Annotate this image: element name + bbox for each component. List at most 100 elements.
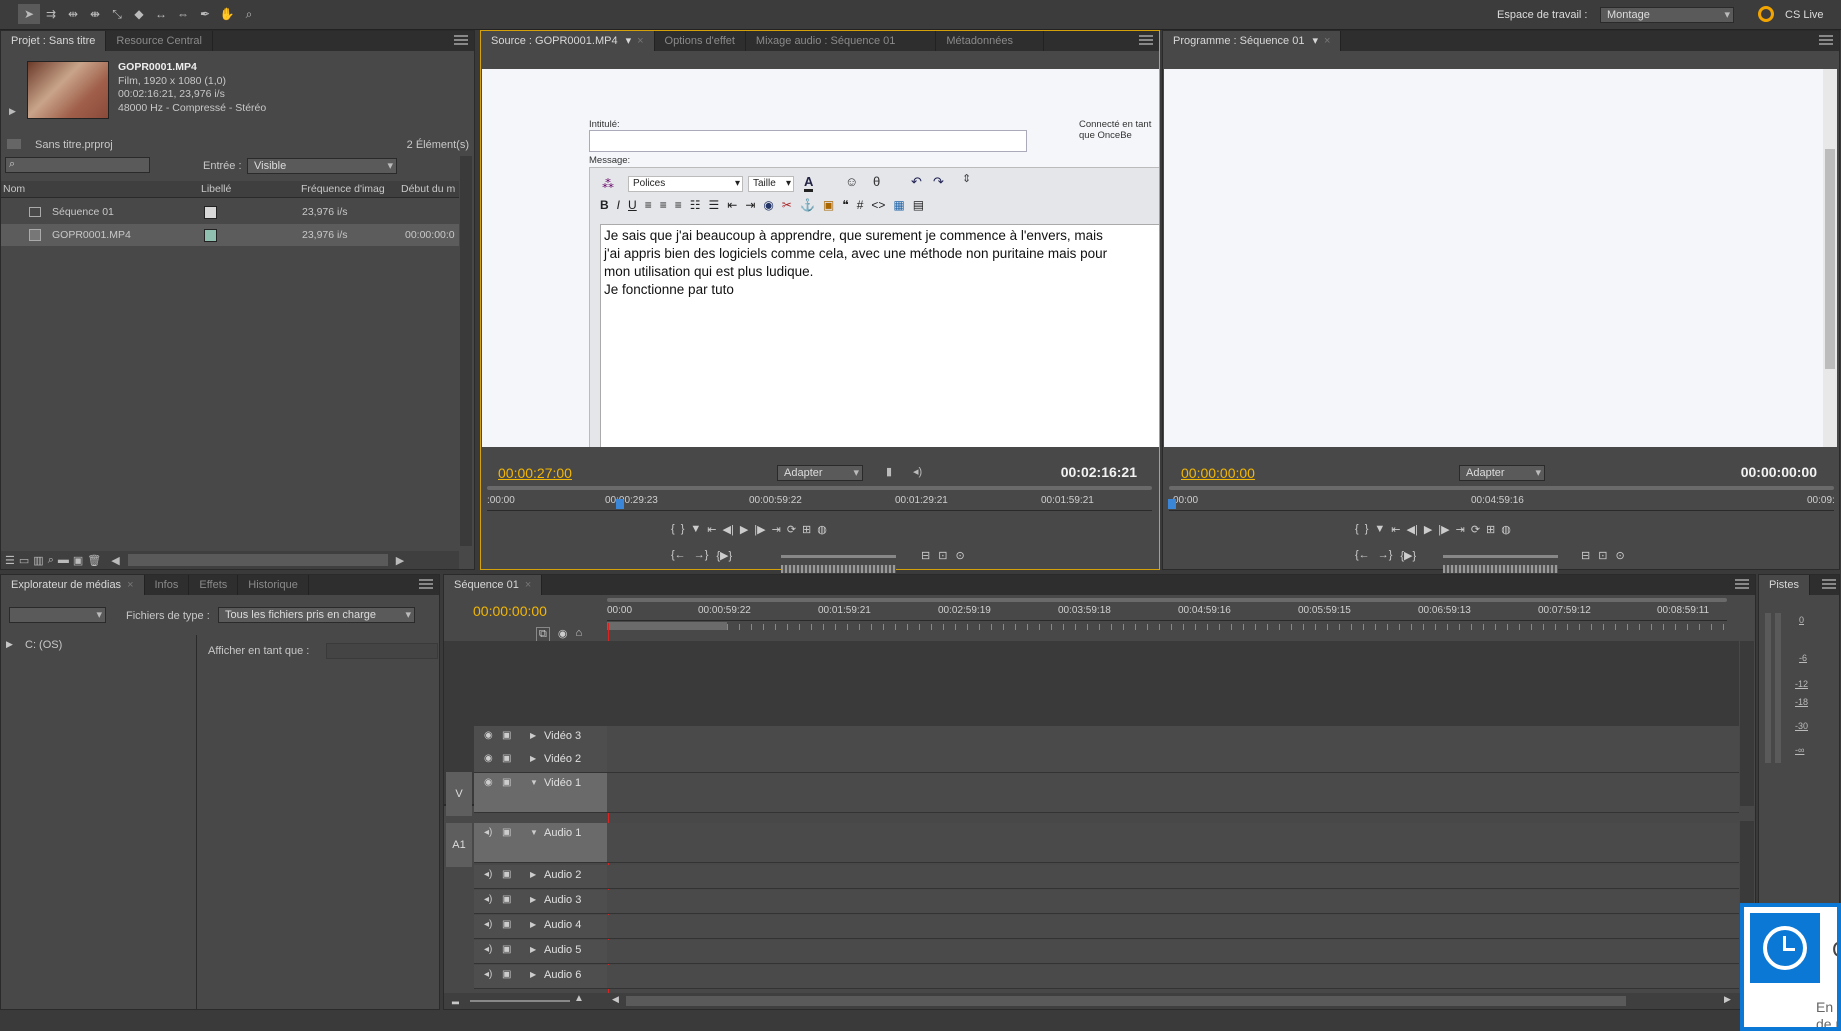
jog-dial[interactable] [1443, 565, 1558, 573]
zoom-in-icon[interactable]: ▲ [574, 993, 584, 1004]
source-ruler[interactable]: :00:00 00:00:29:23 00:00:59:22 00:01:29:… [487, 493, 1152, 511]
loop-icon[interactable]: ⟳ [787, 523, 796, 536]
zoom-slider[interactable] [470, 1000, 570, 1002]
close-icon[interactable]: × [1324, 35, 1330, 47]
eye-icon[interactable]: ◉ [484, 777, 493, 788]
panel-menu-icon[interactable] [454, 35, 468, 45]
expand-arrow-icon[interactable]: ▶ [6, 639, 13, 650]
extract-icon[interactable]: ⊡ [1598, 549, 1607, 562]
tab-metadata[interactable]: Métadonnées [936, 31, 1045, 51]
eye-icon[interactable]: ◉ [484, 753, 493, 764]
go-to-prev-edit-icon[interactable]: {← [671, 549, 686, 562]
tab-effect-options[interactable]: Options d'effet [655, 31, 746, 51]
speaker-icon[interactable]: ◂) [484, 827, 492, 838]
track-select-tool-icon[interactable]: ⇉ [40, 4, 62, 24]
timeline-ruler[interactable]: 00:00 00:00:59:22 00:01:59:21 00:02:59:1… [607, 603, 1727, 621]
play-icon[interactable]: ▶ [1424, 523, 1432, 536]
track-header[interactable]: ◂) ▣ ▶ Audio 5 [474, 940, 607, 964]
go-to-out-icon[interactable]: →} [1378, 549, 1393, 562]
speaker-icon[interactable]: ◂) [484, 944, 492, 955]
tab-media-browser[interactable]: Explorateur de médias × [1, 575, 145, 595]
expand-arrow-icon[interactable]: ▶ [530, 870, 536, 879]
go-to-next-edit-icon[interactable]: →} [694, 549, 709, 562]
marker-icon[interactable]: ▼ [1374, 523, 1385, 536]
timeline-zoom-bar[interactable] [607, 598, 1727, 602]
play-thumbnail-icon[interactable]: ▶ [9, 106, 16, 117]
entree-select[interactable]: Visible [247, 158, 397, 174]
program-timecode-in[interactable]: 00:00:00:00 [1181, 465, 1255, 481]
speaker-icon[interactable]: ◂) [484, 969, 492, 980]
scroll-thumb[interactable] [1825, 149, 1835, 369]
mark-in-icon[interactable]: { [1355, 523, 1359, 536]
mark-in-icon[interactable]: { [671, 523, 675, 536]
scroll-left-icon[interactable]: ◀ [612, 994, 619, 1005]
insert-icon[interactable]: ⊟ [921, 549, 930, 562]
automate-icon[interactable]: ▥ [33, 554, 43, 567]
output-icon[interactable]: ◍ [1501, 523, 1511, 536]
a-target-label[interactable]: A1 [446, 823, 472, 867]
sync-lock-icon[interactable]: ▣ [502, 944, 511, 955]
sync-lock-icon[interactable]: ▣ [502, 730, 511, 741]
view-as-field[interactable] [326, 643, 438, 659]
mark-out-icon[interactable]: } [1365, 523, 1369, 536]
eye-icon[interactable]: ◉ [484, 730, 493, 741]
expand-arrow-icon[interactable]: ▶ [530, 895, 536, 904]
play-in-out-icon[interactable]: {▶} [716, 549, 732, 562]
playhead-marker[interactable] [616, 499, 624, 509]
delete-icon[interactable]: 🗑 [87, 554, 101, 567]
go-to-prev-edit-icon[interactable]: ⇤ [1391, 523, 1400, 536]
play-in-out-icon[interactable]: {▶} [1400, 549, 1416, 562]
sync-lock-icon[interactable]: ▣ [502, 969, 511, 980]
sync-lock-icon[interactable]: ▣ [502, 869, 511, 880]
expand-arrow-icon[interactable]: ▶ [530, 731, 536, 740]
row-label-swatch[interactable] [204, 229, 217, 242]
slip-tool-icon[interactable]: ↔ [150, 4, 172, 24]
speaker-icon[interactable]: ◂) [913, 465, 922, 478]
export-frame-icon[interactable]: ⊙ [1615, 549, 1624, 562]
drive-item[interactable]: C: (OS) [25, 639, 62, 651]
scroll-right-icon[interactable]: ▶ [1724, 994, 1731, 1005]
rate-stretch-tool-icon[interactable]: ⤡ [106, 4, 128, 24]
sync-lock-icon[interactable]: ▣ [502, 753, 511, 764]
scroll-left-icon[interactable]: ◀ [111, 554, 119, 567]
cs-live-icon[interactable] [1758, 6, 1774, 22]
step-back-icon[interactable]: ◀| [1406, 523, 1417, 536]
tab-effects[interactable]: Effets [189, 575, 239, 595]
column-label[interactable]: Libellé [201, 181, 231, 198]
horizontal-scrollbar[interactable] [127, 554, 388, 566]
track-header[interactable]: ◉ ▣ ▶ Vidéo 3 [474, 726, 607, 750]
rolling-edit-tool-icon[interactable]: ⇼ [84, 4, 106, 24]
razor-tool-icon[interactable]: ◆ [128, 4, 150, 24]
sync-lock-icon[interactable]: ▣ [502, 894, 511, 905]
panel-menu-icon[interactable] [1139, 35, 1153, 45]
sync-lock-icon[interactable]: ▣ [502, 919, 511, 930]
sync-lock-icon[interactable]: ▣ [502, 827, 511, 838]
lift-icon[interactable]: ⊟ [1581, 549, 1590, 562]
source-zoom-bar[interactable] [487, 486, 1152, 490]
table-row[interactable]: Séquence 01 23,976 i/s [1, 201, 459, 223]
track-header[interactable]: ◂) ▣ ▶ Audio 2 [474, 865, 607, 889]
close-icon[interactable]: × [525, 579, 531, 591]
expand-arrow-icon[interactable]: ▶ [530, 945, 536, 954]
project-search-input[interactable]: ⌕ [5, 157, 150, 173]
speaker-icon[interactable]: ◂) [484, 869, 492, 880]
tab-source[interactable]: Source : GOPR0001.MP4 ▾ × [481, 31, 655, 51]
selection-tool-icon[interactable]: ➤ [18, 4, 40, 24]
tab-audio-mixer[interactable]: Mixage audio : Séquence 01 [746, 31, 937, 51]
zoom-tool-icon[interactable]: ⌕ [238, 4, 260, 24]
source-dropdown-icon[interactable]: ▾ [626, 35, 632, 47]
loop-icon[interactable]: ⟳ [1471, 523, 1480, 536]
tab-sequence[interactable]: Séquence 01 × [444, 575, 543, 595]
v-target-label[interactable]: V [446, 772, 472, 816]
marker-icon[interactable]: ▼ [690, 523, 701, 536]
tab-resource-central[interactable]: Resource Central [106, 31, 213, 51]
panel-menu-icon[interactable] [1819, 35, 1833, 45]
shuttle-slider[interactable] [781, 555, 896, 558]
panel-menu-icon[interactable] [419, 579, 433, 589]
scroll-right-icon[interactable]: ▶ [396, 554, 404, 567]
export-frame-icon[interactable]: ⊙ [955, 549, 964, 562]
step-forward-icon[interactable]: |▶ [1438, 523, 1449, 536]
step-forward-icon[interactable]: |▶ [754, 523, 765, 536]
snap-icon[interactable]: ⧉ [536, 627, 550, 642]
new-bin-icon[interactable]: ▬ [58, 554, 69, 566]
